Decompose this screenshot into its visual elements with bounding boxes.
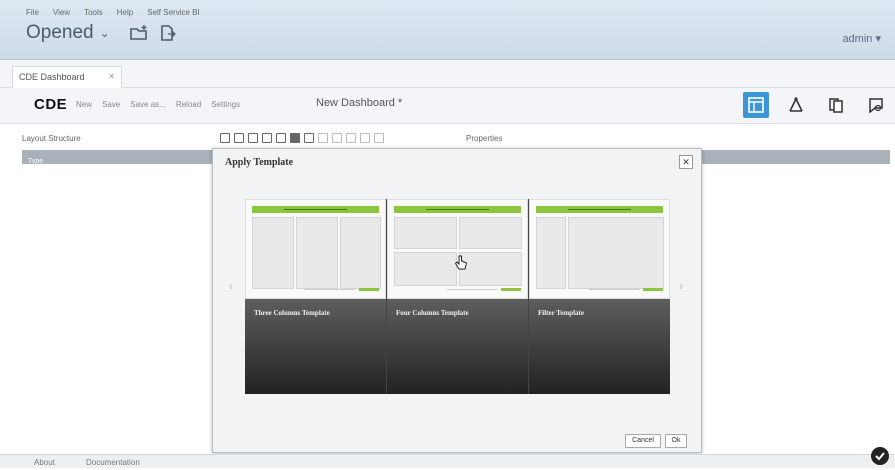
menu-help[interactable]: Help — [117, 8, 133, 17]
opened-dropdown[interactable]: Opened ⌄ — [26, 22, 110, 44]
menu-tools[interactable]: Tools — [84, 8, 103, 17]
cancel-button[interactable]: Cancel — [625, 434, 661, 448]
settings-button[interactable]: Settings — [211, 100, 240, 109]
user-menu[interactable]: admin ▾ — [842, 32, 881, 45]
top-bar: File View Tools Help Self Service BI Ope… — [0, 0, 895, 60]
new-file-icon[interactable] — [160, 25, 176, 41]
save-template-icon[interactable] — [220, 133, 230, 143]
opened-label: Opened — [26, 22, 94, 43]
add-resource-icon[interactable] — [248, 133, 258, 143]
about-link[interactable]: About — [34, 458, 55, 467]
add-row-icon[interactable] — [290, 133, 300, 143]
layout-structure-title: Layout Structure — [22, 134, 81, 143]
duplicate-icon[interactable] — [360, 133, 370, 143]
close-icon[interactable]: ✕ — [679, 155, 693, 169]
type-column-label: Type — [28, 158, 44, 165]
template-carousel: Three Columns Template Four Columns Temp… — [245, 199, 670, 394]
menu-view[interactable]: View — [53, 8, 70, 17]
preview-icon[interactable] — [863, 92, 889, 118]
user-label: admin — [842, 33, 873, 45]
properties-label: Properties — [466, 134, 503, 143]
delete-icon[interactable] — [374, 133, 384, 143]
template-card-filter[interactable]: Filter Template — [529, 199, 670, 394]
layout-actions-toolbar — [220, 133, 384, 143]
save-as-button[interactable]: Save as... — [130, 100, 166, 109]
perspective-tools — [743, 92, 895, 118]
menu-file[interactable]: File — [26, 8, 39, 17]
template-name: Three Columns Template — [254, 309, 330, 317]
dashboard-name: New Dashboard * — [316, 97, 403, 109]
template-thumbnail — [387, 199, 528, 299]
new-folder-icon[interactable] — [130, 25, 148, 41]
chevron-down-icon: ⌄ — [99, 26, 110, 40]
editor-toolbar: CDE New Save Save as... Reload Settings … — [0, 88, 895, 124]
new-button[interactable]: New — [76, 100, 92, 109]
tab-cde-dashboard[interactable]: CDE Dashboard ✕ — [12, 66, 122, 88]
template-thumbnail — [245, 199, 386, 299]
add-freeform-icon[interactable] — [276, 133, 286, 143]
add-html-icon[interactable] — [346, 133, 356, 143]
menu-self-service-bi[interactable]: Self Service BI — [147, 8, 199, 17]
apply-template-icon[interactable] — [234, 133, 244, 143]
cde-logo: CDE — [34, 96, 68, 113]
toolbar-buttons: New Save Save as... Reload Settings — [76, 100, 240, 109]
template-card-three-columns[interactable]: Three Columns Template — [245, 199, 386, 394]
main-menu: File View Tools Help Self Service BI — [26, 8, 200, 17]
add-space-icon[interactable] — [318, 133, 328, 143]
hand-cursor-icon — [454, 255, 468, 276]
dialog-title: Apply Template — [225, 157, 294, 168]
type-column-header: Type — [22, 150, 214, 165]
reload-button[interactable]: Reload — [176, 100, 201, 109]
template-name: Four Columns Template — [396, 309, 469, 317]
carousel-prev-icon[interactable]: ‹ — [229, 279, 233, 293]
check-icon[interactable] — [871, 447, 889, 465]
components-perspective-icon[interactable] — [783, 92, 809, 118]
template-card-four-columns[interactable]: Four Columns Template — [387, 199, 528, 394]
top-icon-group — [130, 25, 176, 41]
save-button[interactable]: Save — [102, 100, 120, 109]
tab-strip: CDE Dashboard ✕ — [0, 60, 895, 88]
caret-down-icon: ▾ — [875, 33, 881, 45]
apply-template-dialog: Apply Template ✕ ‹ › Three Columns Templ… — [212, 148, 702, 453]
datasources-perspective-icon[interactable] — [823, 92, 849, 118]
add-image-icon[interactable] — [332, 133, 342, 143]
tab-label: CDE Dashboard — [19, 72, 85, 82]
add-bootstrap-panel-icon[interactable] — [262, 133, 272, 143]
carousel-next-icon[interactable]: › — [679, 279, 683, 293]
add-columns-icon[interactable] — [304, 133, 314, 143]
template-thumbnail — [529, 199, 670, 299]
ok-button[interactable]: Ok — [665, 434, 687, 448]
close-tab-icon[interactable]: ✕ — [108, 72, 115, 81]
properties-header-bar — [700, 150, 890, 164]
template-name: Filter Template — [538, 309, 584, 317]
footer-bar: About Documentation — [0, 454, 895, 468]
documentation-link[interactable]: Documentation — [86, 458, 140, 467]
layout-perspective-icon[interactable] — [743, 92, 769, 118]
